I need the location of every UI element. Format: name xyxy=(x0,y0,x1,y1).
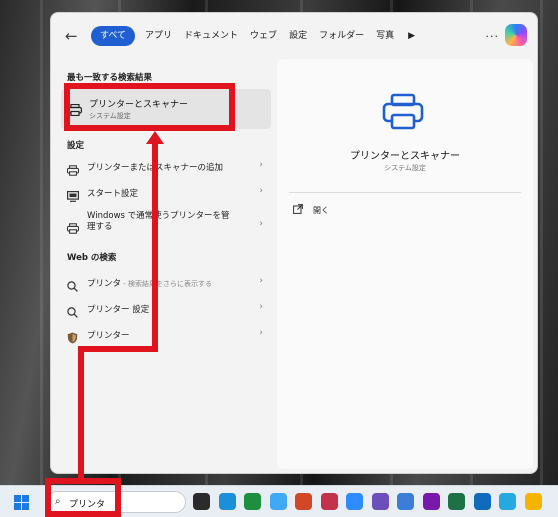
taskbar-app-icon[interactable] xyxy=(244,493,261,510)
chevron-right-icon: › xyxy=(259,219,263,229)
tab-all[interactable]: すべて xyxy=(91,26,136,46)
settings-header: 設定 xyxy=(67,141,85,151)
chevron-right-icon: › xyxy=(259,276,263,286)
annotation-line xyxy=(152,142,158,352)
list-item-label: Windows で通常使うプリンターを管理する xyxy=(87,211,230,232)
list-item-label: プリンタ - 検索結果をさらに表示する xyxy=(87,277,212,289)
open-label: 開く xyxy=(313,205,329,215)
annotation-line xyxy=(78,346,158,352)
back-arrow-icon[interactable]: ← xyxy=(65,27,91,45)
tab-settings[interactable]: 設定 xyxy=(289,26,307,46)
more-tabs-button[interactable]: ▶ xyxy=(408,31,415,41)
search-icon xyxy=(67,303,78,322)
open-external-icon xyxy=(293,204,303,216)
chevron-right-icon: › xyxy=(259,160,263,170)
preview-pane: プリンターとスキャナー システム設定 開く xyxy=(277,59,533,469)
list-item-label: プリンター xyxy=(87,331,130,341)
monitor-icon xyxy=(67,187,80,206)
preview-subtitle: システム設定 xyxy=(384,164,426,172)
tab-photos[interactable]: 写真 xyxy=(376,26,394,46)
chevron-right-icon: › xyxy=(259,302,263,312)
list-item[interactable]: スタート設定 › xyxy=(59,181,271,205)
copilot-icon[interactable] xyxy=(505,24,527,46)
taskbar-app-icon[interactable] xyxy=(346,493,363,510)
taskbar-app-icon[interactable] xyxy=(499,493,516,510)
list-item[interactable]: プリンターまたはスキャナーの追加 › xyxy=(59,155,271,179)
printer-icon xyxy=(67,161,80,180)
search-panel: ← すべて アプリ ドキュメント ウェブ 設定 フォルダー 写真 ▶ ... 最… xyxy=(50,12,538,474)
taskbar-app-icon[interactable] xyxy=(295,493,312,510)
taskbar-app-icon[interactable] xyxy=(218,493,236,510)
taskbar-app-icon[interactable] xyxy=(397,493,414,510)
annotation-highlight-best-match xyxy=(64,83,235,131)
taskbar-app-icon[interactable] xyxy=(524,493,542,510)
divider xyxy=(289,192,521,193)
taskbar-app-icon[interactable] xyxy=(269,493,287,510)
tab-apps[interactable]: アプリ xyxy=(145,26,172,46)
printer-icon xyxy=(67,219,80,238)
annotation-arrowhead xyxy=(146,131,164,144)
web-search-header: Web の検索 xyxy=(67,253,117,263)
web-item-hint: - 検索結果をさらに表示する xyxy=(121,280,212,288)
preview-title: プリンターとスキャナー xyxy=(350,151,460,162)
best-match-header: 最も一致する検索結果 xyxy=(67,73,153,83)
annotation-line xyxy=(78,352,84,480)
tab-folders[interactable]: フォルダー xyxy=(319,26,364,46)
list-item[interactable]: プリンター › xyxy=(59,323,271,347)
list-item-label: スタート設定 xyxy=(87,189,139,199)
open-action[interactable]: 開く xyxy=(293,204,329,216)
search-filter-bar: ← すべて アプリ ドキュメント ウェブ 設定 フォルダー 写真 ▶ xyxy=(51,13,537,59)
tab-documents[interactable]: ドキュメント xyxy=(184,26,238,46)
list-item[interactable]: Windows で通常使うプリンターを管理する › xyxy=(59,207,271,241)
tab-web[interactable]: ウェブ xyxy=(250,26,277,46)
taskbar-app-icon[interactable] xyxy=(193,493,210,510)
taskbar-app-icon[interactable] xyxy=(422,493,440,510)
taskbar-app-icon[interactable] xyxy=(448,493,465,510)
list-item[interactable]: プリンター 設定 › xyxy=(59,297,271,321)
web-item-text: プリンタ xyxy=(87,279,122,289)
chevron-right-icon: › xyxy=(259,328,263,338)
search-icon xyxy=(67,277,78,296)
printer-icon xyxy=(381,93,425,135)
taskbar-app-icon[interactable] xyxy=(473,493,491,510)
annotation-highlight-search xyxy=(45,478,121,517)
shield-icon xyxy=(67,329,78,348)
list-item-label: プリンター 設定 xyxy=(87,305,150,315)
windows-start-icon[interactable] xyxy=(14,495,29,510)
overflow-menu-button[interactable]: ... xyxy=(486,27,500,40)
chevron-right-icon: › xyxy=(259,186,263,196)
taskbar-app-icon[interactable] xyxy=(371,493,389,510)
list-item[interactable]: プリンタ - 検索結果をさらに表示する › xyxy=(59,271,271,295)
taskbar-app-icon[interactable] xyxy=(320,493,338,510)
